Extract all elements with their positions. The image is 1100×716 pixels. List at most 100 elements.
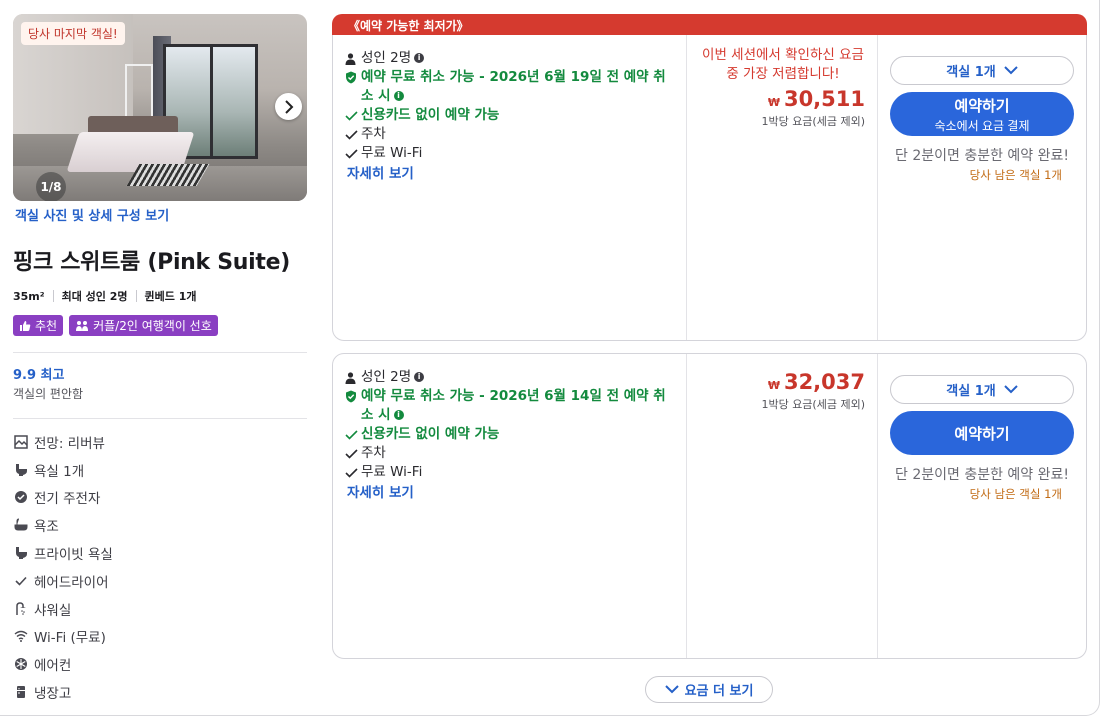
amenity-label: Wi-Fi (무료) <box>34 630 106 647</box>
info-icon[interactable]: i <box>393 91 404 101</box>
book-button-label: 예약하기 <box>954 97 1010 115</box>
no-card-row: 신용카드 없이 예약 가능 <box>345 106 675 125</box>
shield-check-icon <box>345 387 359 406</box>
couple-icon <box>76 320 89 331</box>
shower-icon <box>13 601 29 617</box>
amenity-label: 샤워실 <box>34 602 72 619</box>
book-button[interactable]: 예약하기 숙소에서 요금 결제 <box>890 92 1074 136</box>
amenity-label: 전망: 리버뷰 <box>34 435 105 452</box>
wifi-icon <box>13 628 29 644</box>
quick-booking-note: 단 2분이면 충분한 예약 완료! <box>895 467 1069 483</box>
book-button-label: 예약하기 <box>954 425 1010 443</box>
meta-divider <box>52 290 54 302</box>
more-rates-button[interactable]: 요금 더 보기 <box>645 676 773 703</box>
price-amount: 30,511 <box>783 87 865 111</box>
room-info-column: 당사 마지막 객실! 1/8 객실 사진 및 상세 구성 보기 핑크 스위트룸 … <box>13 14 307 706</box>
amenity-item: 욕조 <box>13 511 307 539</box>
shield-check-icon <box>345 68 359 87</box>
parking-row: 주차 <box>345 125 675 144</box>
guests-row: 성인 2명 i <box>345 368 675 387</box>
quick-booking-note: 단 2분이면 충분한 예약 완료! <box>895 148 1069 164</box>
amenity-label: 프라이빗 욕실 <box>34 547 113 564</box>
divider <box>13 418 307 419</box>
check-icon <box>345 106 359 125</box>
amenity-item: 전망: 리버뷰 <box>13 428 307 456</box>
aircon-icon <box>13 656 29 672</box>
fridge-icon <box>13 684 29 700</box>
booking-column: 객실 1개 예약하기 숙소에서 요금 결제 단 2분이면 충분한 예약 완료! … <box>890 35 1074 340</box>
room-tags: 추천 커플/2인 여행객이 선호 <box>13 315 307 336</box>
room-score-label: 객실의 편안함 <box>13 387 84 401</box>
guests-row: 성인 2명 i <box>345 49 675 68</box>
room-photos-link[interactable]: 객실 사진 및 상세 구성 보기 <box>15 205 307 224</box>
chevron-down-icon <box>664 685 679 694</box>
price-column: ₩32,037 1박당 요금(세금 제외) <box>686 354 878 658</box>
chevron-down-icon <box>1004 66 1018 75</box>
room-meta: 35m² 최대 성인 2명 퀸베드 1개 <box>13 288 307 304</box>
currency-symbol: ₩ <box>767 379 780 392</box>
rate-card: 성인 2명 i 예약 무료 취소 가능 - 2026년 6월 14일 전 예약 취… <box>332 353 1087 659</box>
amenity-label: 전기 주전자 <box>34 491 101 508</box>
room-score: 9.9 최고 <box>13 368 65 383</box>
info-icon[interactable]: i <box>393 410 404 420</box>
amenity-item: Wi-Fi (무료) <box>13 623 307 651</box>
price-amount: 32,037 <box>783 370 865 394</box>
amenity-label: 에어컨 <box>34 658 72 675</box>
tag-label: 커플/2인 여행객이 선호 <box>93 319 212 333</box>
details-link[interactable]: 자세히 보기 <box>347 484 414 503</box>
room-size: 35m² <box>13 289 45 303</box>
room-max-guests: 최대 성인 2명 <box>61 290 128 303</box>
chevron-down-icon <box>1004 385 1018 394</box>
no-card-text: 신용카드 없이 예약 가능 <box>361 426 500 442</box>
free-cancel-text: 예약 무료 취소 가능 - 2026년 6월 19일 전 예약 취소 시 <box>361 69 666 104</box>
parking-text: 주차 <box>361 445 386 461</box>
tag-label: 추천 <box>35 319 58 333</box>
room-count-select[interactable]: 객실 1개 <box>890 375 1074 404</box>
book-button-sublabel: 숙소에서 요금 결제 <box>934 118 1030 133</box>
amenity-item: 욕실 1개 <box>13 456 307 484</box>
price: ₩30,511 <box>687 87 865 111</box>
wifi-row: 무료 Wi-Fi <box>345 144 675 163</box>
amenity-item: 샤워실 <box>13 595 307 623</box>
price-column: 이번 세션에서 확인하신 요금 중 가장 저렴합니다! ₩30,511 1박당 … <box>686 35 878 340</box>
check-icon <box>345 444 359 463</box>
tag-recommended: 추천 <box>13 315 64 336</box>
free-cancel-text: 예약 무료 취소 가능 - 2026년 6월 14일 전 예약 취소 시 <box>361 388 666 423</box>
view-icon <box>13 434 29 450</box>
amenity-label: 욕실 1개 <box>34 463 85 480</box>
price-note: 1박당 요금(세금 제외) <box>761 115 865 128</box>
info-icon[interactable]: i <box>414 53 425 63</box>
photo-rug <box>126 164 210 186</box>
rooms-left-note: 당사 남은 객실 1개 <box>969 168 1062 182</box>
kettle-icon <box>13 489 29 505</box>
toilet-icon <box>13 545 29 561</box>
person-icon <box>345 368 359 387</box>
free-cancel-row: 예약 무료 취소 가능 - 2026년 6월 14일 전 예약 취소 시i <box>345 387 675 425</box>
amenity-label: 냉장고 <box>34 686 72 703</box>
currency-symbol: ₩ <box>767 96 780 109</box>
rooms-left-note: 당사 남은 객실 1개 <box>969 487 1062 501</box>
check-icon <box>345 463 359 482</box>
toilet-icon <box>13 462 29 478</box>
amenity-label: 헤어드라이어 <box>34 574 109 591</box>
book-button[interactable]: 예약하기 <box>890 411 1074 455</box>
no-card-row: 신용카드 없이 예약 가능 <box>345 425 675 444</box>
check-icon <box>13 573 29 589</box>
room-count-select[interactable]: 객실 1개 <box>890 56 1074 85</box>
next-photo-button[interactable] <box>275 93 302 120</box>
room-photo[interactable]: 당사 마지막 객실! 1/8 <box>13 14 307 201</box>
amenity-label: 욕조 <box>34 519 59 536</box>
cheapest-promo: 이번 세션에서 확인하신 요금 중 가장 저렴합니다! <box>702 47 864 82</box>
wifi-row: 무료 Wi-Fi <box>345 463 675 482</box>
amenity-item: 냉장고 <box>13 678 307 706</box>
guests-text: 성인 2명 <box>361 50 412 66</box>
amenities-list: 전망: 리버뷰 욕실 1개 전기 주전자 욕조 프라이빗 욕실 헤어드라이어 샤… <box>13 428 307 706</box>
room-count-label: 객실 1개 <box>946 65 996 80</box>
price-note: 1박당 요금(세금 제외) <box>761 398 865 411</box>
details-link[interactable]: 자세히 보기 <box>347 165 414 184</box>
amenity-item: 헤어드라이어 <box>13 567 307 595</box>
more-rates-label: 요금 더 보기 <box>684 684 754 699</box>
free-cancel-row: 예약 무료 취소 가능 - 2026년 6월 19일 전 예약 취소 시i <box>345 68 675 106</box>
no-card-text: 신용카드 없이 예약 가능 <box>361 107 500 123</box>
info-icon[interactable]: i <box>414 372 425 382</box>
